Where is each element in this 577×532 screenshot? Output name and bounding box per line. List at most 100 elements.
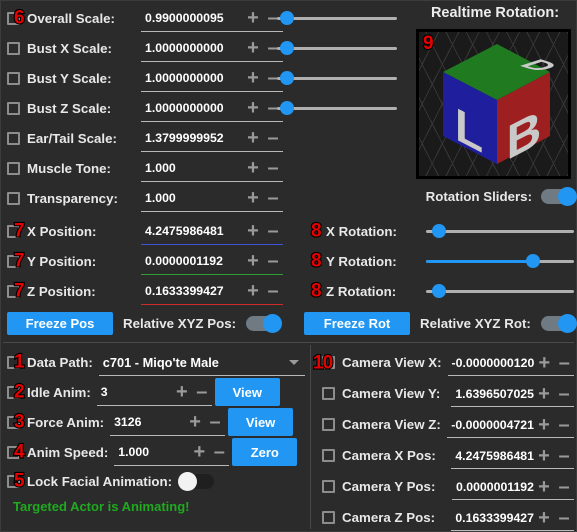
slider-knob[interactable] xyxy=(525,254,540,268)
force-anim-field[interactable]: 3126 + – xyxy=(110,409,226,436)
relative-xyz-rot-toggle[interactable] xyxy=(540,314,577,333)
rotation-slider[interactable] xyxy=(426,282,574,300)
decrement-icon[interactable]: – xyxy=(263,251,283,271)
rotation-slider[interactable] xyxy=(426,252,574,270)
camera-checkbox[interactable] xyxy=(322,480,335,493)
camera-checkbox[interactable] xyxy=(322,418,335,431)
camera-checkbox[interactable] xyxy=(322,511,335,524)
lock-facial-animation-toggle[interactable] xyxy=(178,471,215,491)
scale-slider-row xyxy=(277,63,397,93)
increment-icon[interactable]: + xyxy=(243,281,263,301)
rotation-slider[interactable] xyxy=(426,222,574,240)
scale-checkbox[interactable] xyxy=(7,41,20,55)
scale-slider[interactable] xyxy=(277,69,397,87)
increment-icon[interactable]: + xyxy=(243,128,263,148)
scale-checkbox[interactable] xyxy=(7,191,20,205)
freeze-pos-button[interactable]: Freeze Pos xyxy=(7,312,113,335)
camera-field[interactable]: 1.6396507025 + – xyxy=(451,380,574,407)
slider-knob[interactable] xyxy=(432,284,447,298)
scale-checkbox[interactable] xyxy=(7,161,20,175)
force-anim-view-button[interactable]: View xyxy=(228,408,294,436)
increment-icon[interactable]: + xyxy=(185,412,205,432)
camera-checkbox[interactable] xyxy=(322,449,335,462)
scale-checkbox[interactable] xyxy=(7,71,20,85)
rotation-label: Y Rotation: xyxy=(326,253,397,269)
data-path-dropdown[interactable]: c701 - Miqo'te Male xyxy=(98,349,305,376)
camera-field[interactable]: -0.0000004721 + – xyxy=(447,411,574,438)
freeze-rot-button[interactable]: Freeze Rot xyxy=(304,312,410,335)
camera-field[interactable]: 4.2475986481 + – xyxy=(451,442,574,469)
slider-knob[interactable] xyxy=(279,71,294,85)
scale-field[interactable]: 1.0000000000 + – xyxy=(141,95,283,122)
camera-label: Camera View Y: xyxy=(342,386,441,401)
decrement-icon[interactable]: – xyxy=(554,384,574,404)
increment-icon[interactable]: + xyxy=(243,98,263,118)
increment-icon[interactable]: + xyxy=(189,442,209,462)
increment-icon[interactable]: + xyxy=(243,251,263,271)
decrement-icon[interactable]: – xyxy=(263,221,283,241)
decrement-icon[interactable]: – xyxy=(554,353,574,373)
increment-icon[interactable]: + xyxy=(243,221,263,241)
scale-slider[interactable] xyxy=(277,39,397,57)
camera-field[interactable]: 0.1633399427 + – xyxy=(451,504,574,531)
field-underline xyxy=(96,404,212,406)
relative-xyz-pos-toggle[interactable] xyxy=(246,314,283,333)
increment-icon[interactable]: + xyxy=(172,382,192,402)
scale-panel: 6 Overall Scale: 0.9900000095 + – Bust X Scal… xyxy=(7,3,283,213)
decrement-icon[interactable]: – xyxy=(209,442,229,462)
field-underline xyxy=(451,468,574,469)
scale-field[interactable]: 1.0000000000 + – xyxy=(141,65,283,92)
scale-field[interactable]: 1.000 + – xyxy=(141,185,283,212)
position-field[interactable]: 0.0000001192 + – xyxy=(141,248,283,275)
increment-icon[interactable]: + xyxy=(243,188,263,208)
anim-speed-field[interactable]: 1.000 + – xyxy=(114,439,230,466)
scale-slider[interactable] xyxy=(277,9,397,27)
lock-facial-row: 5 Lock Facial Animation: xyxy=(7,467,305,495)
scale-slider-row xyxy=(277,123,397,153)
scale-checkbox[interactable] xyxy=(7,131,20,145)
rotation-cube-preview[interactable]: 9 D L B xyxy=(416,29,571,179)
badge-1: 1 xyxy=(13,351,26,373)
increment-icon[interactable]: + xyxy=(534,415,554,435)
decrement-icon[interactable]: – xyxy=(554,415,574,435)
idle-anim-field[interactable]: 3 + – xyxy=(96,379,212,406)
position-field[interactable]: 0.1633399427 + – xyxy=(141,278,283,305)
increment-icon[interactable]: + xyxy=(534,446,554,466)
scale-field[interactable]: 1.0000000000 + – xyxy=(141,35,283,62)
decrement-icon[interactable]: – xyxy=(554,446,574,466)
decrement-icon[interactable]: – xyxy=(192,382,212,402)
increment-icon[interactable]: + xyxy=(534,384,554,404)
decrement-icon[interactable]: – xyxy=(263,281,283,301)
scale-field[interactable]: 1.000 + – xyxy=(141,155,283,182)
idle-anim-view-button[interactable]: View xyxy=(214,378,280,406)
scale-field[interactable]: 0.9900000095 + – xyxy=(141,5,283,32)
decrement-icon[interactable]: – xyxy=(205,412,225,432)
camera-field[interactable]: 0.0000001192 + – xyxy=(452,473,574,500)
increment-icon[interactable]: + xyxy=(534,353,554,373)
camera-row: Camera View Y: 1.6396507025 + – xyxy=(317,378,574,409)
camera-field[interactable]: -0.0000000120 + – xyxy=(447,349,575,376)
camera-checkbox[interactable] xyxy=(322,387,335,400)
slider-knob[interactable] xyxy=(279,101,294,115)
slider-knob[interactable] xyxy=(279,41,294,55)
slider-knob[interactable] xyxy=(432,224,447,238)
anim-speed-zero-button[interactable]: Zero xyxy=(232,438,298,466)
scale-slider[interactable] xyxy=(277,99,397,117)
increment-icon[interactable]: + xyxy=(243,8,263,28)
increment-icon[interactable]: + xyxy=(243,68,263,88)
decrement-icon[interactable]: – xyxy=(554,477,574,497)
rotation-sliders-toggle[interactable] xyxy=(541,187,577,206)
increment-icon[interactable]: + xyxy=(243,38,263,58)
scale-checkbox[interactable] xyxy=(7,101,20,115)
increment-icon[interactable]: + xyxy=(243,158,263,178)
increment-icon[interactable]: + xyxy=(534,508,554,528)
slider-knob[interactable] xyxy=(279,11,294,25)
position-field[interactable]: 4.2475986481 + – xyxy=(141,218,283,245)
scale-field[interactable]: 1.3799999952 + – xyxy=(141,125,283,152)
badge-5: 5 xyxy=(13,470,26,492)
scale-row: Ear/Tail Scale: 1.3799999952 + – xyxy=(7,123,283,153)
scale-value: 0.9900000095 xyxy=(145,11,224,25)
increment-icon[interactable]: + xyxy=(534,477,554,497)
decrement-icon[interactable]: – xyxy=(554,508,574,528)
data-path-label: Data Path: xyxy=(27,354,93,370)
